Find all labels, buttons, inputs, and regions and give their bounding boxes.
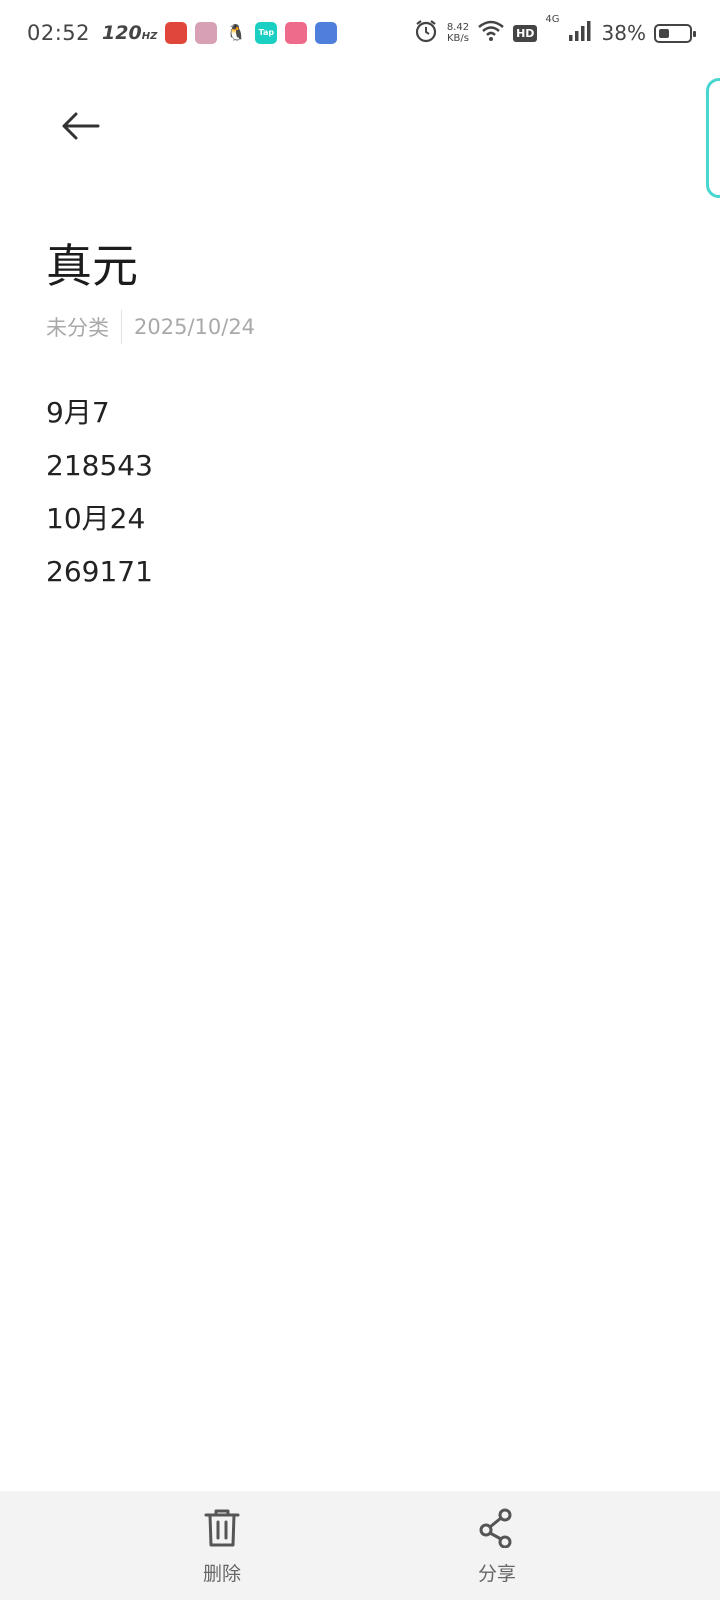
battery-percent: 38%: [601, 21, 646, 45]
network-speed-value: 8.42: [446, 22, 470, 33]
status-right: 8.42 KB/s HD 4G 38%: [413, 14, 696, 48]
hd-badge: HD: [513, 24, 538, 42]
notification-avatar-icon: [195, 22, 218, 44]
note-line[interactable]: 218543: [46, 443, 153, 496]
back-button[interactable]: [52, 98, 108, 154]
note-body[interactable]: 9月7 218543 10月24 269171: [46, 390, 153, 602]
signal-icon: [568, 20, 594, 46]
wifi-icon: [477, 20, 505, 46]
refresh-rate: 120HZ: [102, 22, 157, 44]
battery-icon: [654, 23, 696, 43]
network-type: 4G: [545, 14, 560, 25]
note-line[interactable]: 9月7: [46, 390, 153, 443]
network-speed: 8.42 KB/s: [447, 22, 469, 44]
status-time: 02:52: [27, 21, 91, 45]
share-label: 分享: [477, 1563, 516, 1585]
taptap-icon: Tap: [255, 22, 278, 44]
share-icon: [478, 1507, 516, 1549]
delete-label: 删除: [202, 1563, 241, 1585]
status-left: 02:52 120HZ 🐧 Tap: [27, 21, 338, 45]
note-meta: 未分类 2025/10/24: [46, 310, 255, 344]
bottom-action-bar: 删除 分享: [0, 1491, 720, 1600]
qq-icon: 🐧: [225, 22, 248, 44]
note-line[interactable]: 10月24: [46, 496, 153, 549]
bilibili-icon: [285, 22, 308, 44]
floating-edge-handle[interactable]: [706, 78, 720, 198]
arrow-left-icon: [62, 112, 100, 140]
notification-app-icon-2: [315, 22, 338, 44]
delete-button[interactable]: 删除: [162, 1491, 282, 1600]
note-line[interactable]: 269171: [46, 549, 153, 602]
note-category[interactable]: 未分类: [46, 312, 109, 342]
status-bar: 02:52 120HZ 🐧 Tap 8.42 KB/s HD 4G 38%: [0, 0, 720, 66]
refresh-rate-unit: HZ: [141, 31, 158, 42]
meta-divider: [121, 310, 122, 344]
network-speed-unit: KB/s: [446, 33, 469, 44]
note-date: 2025/10/24: [134, 315, 256, 339]
note-title[interactable]: 真元: [46, 230, 138, 296]
trash-icon: [204, 1507, 240, 1549]
refresh-rate-value: 120: [102, 22, 142, 44]
alarm-icon: [413, 18, 439, 48]
share-button[interactable]: 分享: [437, 1491, 557, 1600]
notification-app-icon: [165, 22, 188, 44]
